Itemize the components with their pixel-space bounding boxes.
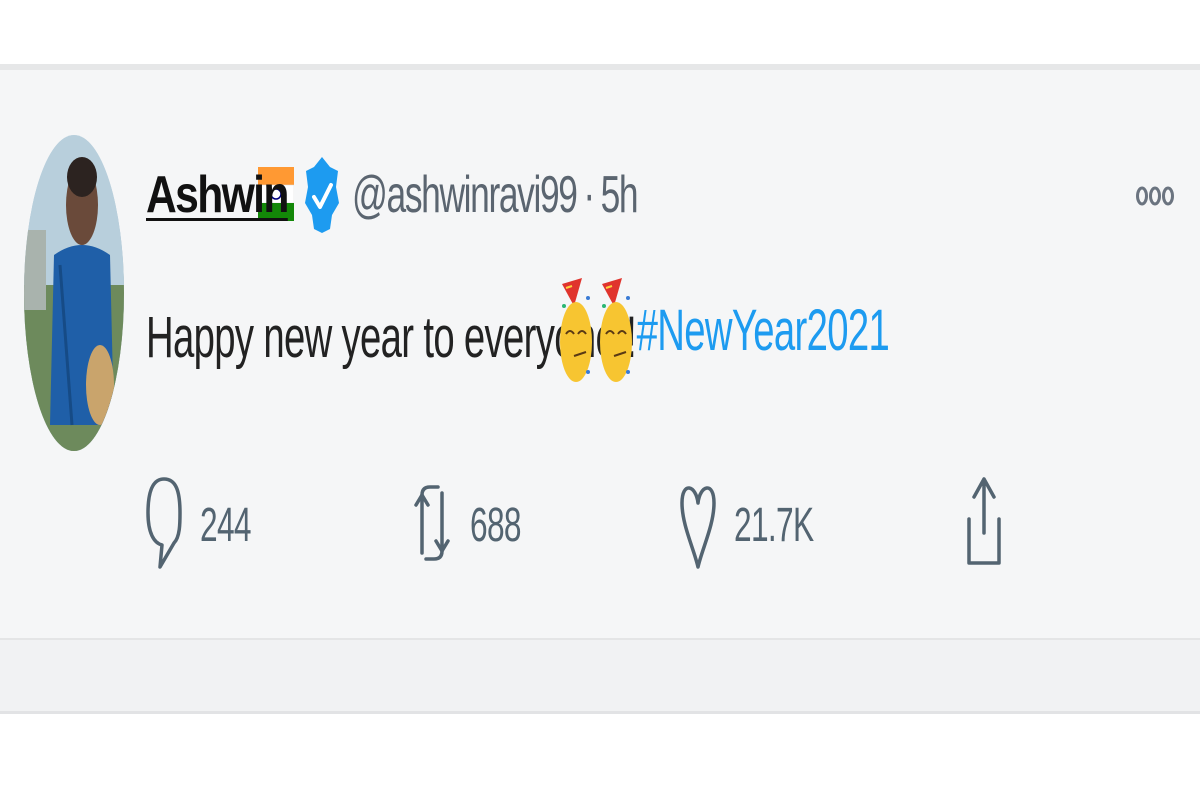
partying-face-emoji xyxy=(598,276,634,384)
more-options-button[interactable] xyxy=(1132,176,1178,216)
reply-count: 244 xyxy=(200,498,252,552)
partying-face-emoji xyxy=(558,276,594,384)
retweet-count: 688 xyxy=(470,498,522,552)
tweet-actions: 244 688 21.7K xyxy=(0,470,1200,580)
hashtag-wrap: #NewYear2021 xyxy=(634,297,890,364)
like-button[interactable]: 21.7K xyxy=(680,470,854,580)
display-name[interactable]: Ashwin xyxy=(146,165,289,225)
reply-button[interactable]: 244 xyxy=(146,470,277,580)
like-count: 21.7K xyxy=(734,498,814,552)
avatar-photo xyxy=(24,135,124,451)
hashtag-link[interactable]: #NewYear2021 xyxy=(637,298,890,363)
timestamp[interactable]: 5h xyxy=(601,165,639,225)
heart-icon xyxy=(680,473,716,578)
bottom-divider-band xyxy=(0,638,1200,714)
avatar[interactable] xyxy=(24,135,124,451)
retweet-icon xyxy=(412,473,452,578)
user-handle[interactable]: @ashwinravi99 xyxy=(352,165,578,225)
tweet-header: Ashwin @ashwinravi99 · 5h xyxy=(146,140,639,250)
retweet-button[interactable]: 688 xyxy=(412,470,547,580)
tweet-emojis-and-hashtag: #NewYear2021 xyxy=(554,270,890,390)
handle-and-time: @ashwinravi99 · 5h xyxy=(352,165,639,225)
share-icon xyxy=(966,473,1002,578)
separator-dot: · xyxy=(583,166,595,224)
verified-badge-icon xyxy=(304,153,340,237)
share-button[interactable] xyxy=(966,470,1002,580)
reply-icon xyxy=(146,473,182,578)
more-options-icon xyxy=(1136,186,1174,206)
